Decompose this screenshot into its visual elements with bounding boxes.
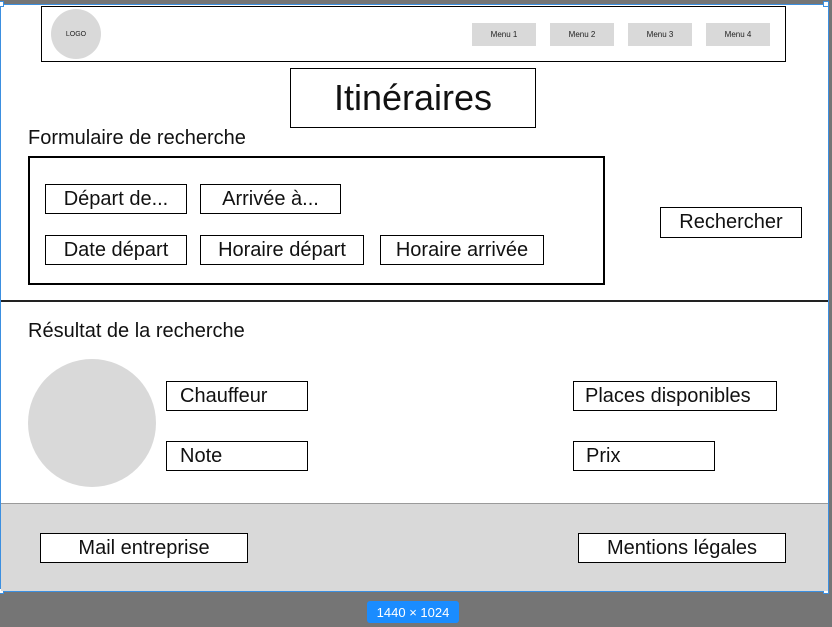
menu-item-3[interactable]: Menu 3 bbox=[628, 23, 692, 46]
horaire-arrivee-field[interactable]: Horaire arrivée bbox=[380, 235, 544, 265]
page-title: Itinéraires bbox=[290, 68, 536, 128]
search-button[interactable]: Rechercher bbox=[660, 207, 802, 238]
logo[interactable]: LOGO bbox=[51, 9, 101, 59]
menu-item-4[interactable]: Menu 4 bbox=[706, 23, 770, 46]
places-field[interactable]: Places disponibles bbox=[573, 381, 777, 411]
menu-item-1[interactable]: Menu 1 bbox=[472, 23, 536, 46]
resize-handle-top-left[interactable] bbox=[0, 1, 4, 7]
horaire-depart-field[interactable]: Horaire départ bbox=[200, 235, 364, 265]
section-divider bbox=[1, 300, 828, 302]
resize-handle-top-right[interactable] bbox=[823, 1, 829, 7]
mentions-link[interactable]: Mentions légales bbox=[578, 533, 786, 563]
prix-field[interactable]: Prix bbox=[573, 441, 715, 471]
arrivee-field[interactable]: Arrivée à... bbox=[200, 184, 341, 214]
driver-avatar bbox=[28, 359, 156, 487]
search-form bbox=[28, 156, 605, 285]
menu-item-2[interactable]: Menu 2 bbox=[550, 23, 614, 46]
depart-field[interactable]: Départ de... bbox=[45, 184, 187, 214]
date-depart-field[interactable]: Date départ bbox=[45, 235, 187, 265]
results-section-label: Résultat de la recherche bbox=[28, 320, 245, 342]
header-bar: LOGO Menu 1 Menu 2 Menu 3 Menu 4 bbox=[41, 6, 786, 62]
search-section-label: Formulaire de recherche bbox=[28, 127, 246, 149]
mail-link[interactable]: Mail entreprise bbox=[40, 533, 248, 563]
chauffeur-field[interactable]: Chauffeur bbox=[166, 381, 308, 411]
note-field[interactable]: Note bbox=[166, 441, 308, 471]
dimension-badge: 1440 × 1024 bbox=[367, 601, 459, 623]
